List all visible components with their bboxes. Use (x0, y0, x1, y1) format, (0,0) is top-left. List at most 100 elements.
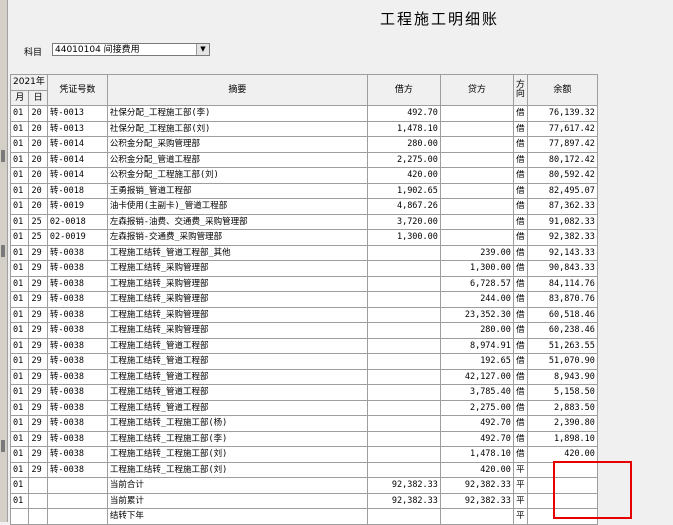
summary-header[interactable]: 摘要 (106, 74, 368, 106)
table-row[interactable]: 01 20 转-0013 社保分配_工程施工部(李) 492.70 借 76,139.32 (9, 105, 598, 122)
table-row[interactable]: 01 25 02-0019 左森报销-交通费_采购管理部 1,300.00 借 92,382… (9, 229, 598, 246)
debit-cell: 1,300.00 (366, 229, 441, 246)
day-cell: 29 (28, 368, 48, 385)
table-row[interactable]: 01 29 转-0038 工程施工结转_管道工程部 42,127.00 借 8,943.90 (9, 368, 598, 385)
debit-cell (366, 461, 441, 478)
direction-cell: 借 (512, 198, 528, 215)
credit-header[interactable]: 贷方 (439, 74, 514, 106)
edge-marker (1, 150, 5, 162)
voucher-cell: 转-0014 (46, 151, 108, 168)
balance-cell: 1,898.10 (526, 430, 598, 447)
table-row[interactable]: 01 29 转-0038 工程施工结转_工程施工部(杨) 492.70 借 2,390.80 (9, 415, 598, 432)
summary-cell: 社保分配_工程施工部(刘) (106, 120, 368, 137)
debit-cell (366, 430, 441, 447)
direction-cell: 借 (512, 415, 528, 432)
table-row[interactable]: 01 20 转-0013 社保分配_工程施工部(刘) 1,478.10 借 77,617.4… (9, 120, 598, 137)
credit-cell (439, 198, 514, 215)
table-row[interactable]: 01 20 转-0014 公积金分配_工程施工部(刘) 420.00 借 80,592.42 (9, 167, 598, 184)
direction-cell: 借 (512, 291, 528, 308)
day-cell: 25 (28, 229, 48, 246)
debit-cell (366, 260, 441, 277)
voucher-cell: 转-0013 (46, 105, 108, 122)
direction-header[interactable]: 方向 (512, 74, 528, 106)
day-cell: 29 (28, 353, 48, 370)
debit-cell (366, 446, 441, 463)
debit-cell: 2,275.00 (366, 151, 441, 168)
table-row[interactable]: 01 20 转-0019 油卡使用(主副卡)_管道工程部 4,867.26 借 87,362… (9, 198, 598, 215)
credit-cell: 492.70 (439, 430, 514, 447)
debit-header[interactable]: 借方 (366, 74, 441, 106)
table-row[interactable]: 01 29 转-0038 工程施工结转_管道工程部 3,785.40 借 5,158.50 (9, 384, 598, 401)
summary-cell: 当前合计 (106, 477, 368, 494)
summary-cell: 工程施工结转_工程施工部(刘) (106, 461, 368, 478)
voucher-header[interactable]: 凭证号数 (46, 74, 108, 106)
month-cell: 01 (9, 306, 30, 323)
day-cell: 29 (28, 399, 48, 416)
day-cell: 29 (28, 260, 48, 277)
day-cell: 20 (28, 198, 48, 215)
page-title: 工程施工明细账 (380, 10, 500, 28)
debit-cell (366, 368, 441, 385)
balance-header[interactable]: 余额 (526, 74, 598, 106)
debit-cell (366, 384, 441, 401)
chevron-down-icon[interactable]: ▼ (196, 44, 209, 55)
voucher-cell: 转-0014 (46, 167, 108, 184)
balance-cell: 92,143.33 (526, 244, 598, 261)
table-row[interactable]: 01 29 转-0038 工程施工结转_管道工程部_其他 239.00 借 92,143.3… (9, 244, 598, 261)
table-row[interactable]: 01 29 转-0038 工程施工结转_管道工程部 2,275.00 借 2,883.50 (9, 399, 598, 416)
edge-marker (1, 440, 5, 452)
direction-cell: 借 (512, 322, 528, 339)
direction-cell: 借 (512, 213, 528, 230)
table-row[interactable]: 01 29 转-0038 工程施工结转_采购管理部 280.00 借 60,238.46 (9, 322, 598, 339)
debit-cell: 1,478.10 (366, 120, 441, 137)
direction-cell: 借 (512, 151, 528, 168)
month-cell: 01 (9, 353, 30, 370)
day-cell: 29 (28, 384, 48, 401)
day-cell: 29 (28, 337, 48, 354)
table-row[interactable]: 01 20 转-0018 王勇报销_管道工程部 1,902.65 借 82,495.07 (9, 182, 598, 199)
edge-marker (1, 245, 5, 257)
summary-cell: 油卡使用(主副卡)_管道工程部 (106, 198, 368, 215)
direction-cell: 借 (512, 167, 528, 184)
table-row[interactable]: 01 当前累计 92,382.33 92,382.33 平 (9, 492, 598, 509)
table-row[interactable]: 01 29 转-0038 工程施工结转_管道工程部 8,974.91 借 51,263.55 (9, 337, 598, 354)
ledger-table: 2021年 凭证号数 摘要 借方 贷方 方向 余额 月 日 01 20 转-0013… (9, 74, 598, 525)
summary-cell: 工程施工结转_采购管理部 (106, 291, 368, 308)
subject-select[interactable]: 44010104 间接费用 ▼ (52, 43, 210, 56)
credit-cell (439, 167, 514, 184)
credit-cell (439, 182, 514, 199)
table-row[interactable]: 01 20 转-0014 公积金分配_管道工程部 2,275.00 借 80,172.42 (9, 151, 598, 168)
summary-cell: 工程施工结转_工程施工部(刘) (106, 446, 368, 463)
table-row[interactable]: 01 29 转-0038 工程施工结转_采购管理部 6,728.57 借 84,114.76 (9, 275, 598, 292)
table-row[interactable]: 01 当前合计 92,382.33 92,382.33 平 (9, 477, 598, 494)
credit-cell (439, 120, 514, 137)
table-row[interactable]: 01 25 02-0018 左森报销-油费、交通费_采购管理部 3,720.00 借 91,… (9, 213, 598, 230)
voucher-cell: 转-0038 (46, 291, 108, 308)
balance-cell: 51,070.90 (526, 353, 598, 370)
summary-cell: 公积金分配_采购管理部 (106, 136, 368, 153)
day-cell: 29 (28, 275, 48, 292)
voucher-cell: 转-0038 (46, 461, 108, 478)
table-row[interactable]: 01 29 转-0038 工程施工结转_工程施工部(李) 492.70 借 1,898.10 (9, 430, 598, 447)
table-row[interactable]: 01 29 转-0038 工程施工结转_采购管理部 1,300.00 借 90,843.33 (9, 260, 598, 277)
voucher-cell: 转-0038 (46, 446, 108, 463)
table-row[interactable]: 01 29 转-0038 工程施工结转_工程施工部(刘) 1,478.10 借 420.00 (9, 446, 598, 463)
summary-cell: 工程施工结转_工程施工部(李) (106, 430, 368, 447)
table-row[interactable]: 01 29 转-0038 工程施工结转_工程施工部(刘) 420.00 平 (9, 461, 598, 478)
balance-cell: 60,518.46 (526, 306, 598, 323)
summary-cell: 工程施工结转_管道工程部 (106, 368, 368, 385)
ledger-body: 01 20 转-0013 社保分配_工程施工部(李) 492.70 借 76,139.32 0… (9, 105, 598, 525)
summary-cell: 工程施工结转_管道工程部 (106, 399, 368, 416)
table-row[interactable]: 01 29 转-0038 工程施工结转_采购管理部 23,352.30 借 60,518.4… (9, 306, 598, 323)
month-cell: 01 (9, 384, 30, 401)
table-row[interactable]: 01 20 转-0014 公积金分配_采购管理部 280.00 借 77,897.42 (9, 136, 598, 153)
month-cell: 01 (9, 322, 30, 339)
month-cell: 01 (9, 461, 30, 478)
balance-cell: 8,943.90 (526, 368, 598, 385)
day-cell: 20 (28, 182, 48, 199)
table-row[interactable]: 01 29 转-0038 工程施工结转_管道工程部 192.65 借 51,070.90 (9, 353, 598, 370)
voucher-cell: 转-0038 (46, 368, 108, 385)
table-row[interactable]: 01 29 转-0038 工程施工结转_采购管理部 244.00 借 83,870.76 (9, 291, 598, 308)
credit-cell (439, 213, 514, 230)
credit-cell: 244.00 (439, 291, 514, 308)
